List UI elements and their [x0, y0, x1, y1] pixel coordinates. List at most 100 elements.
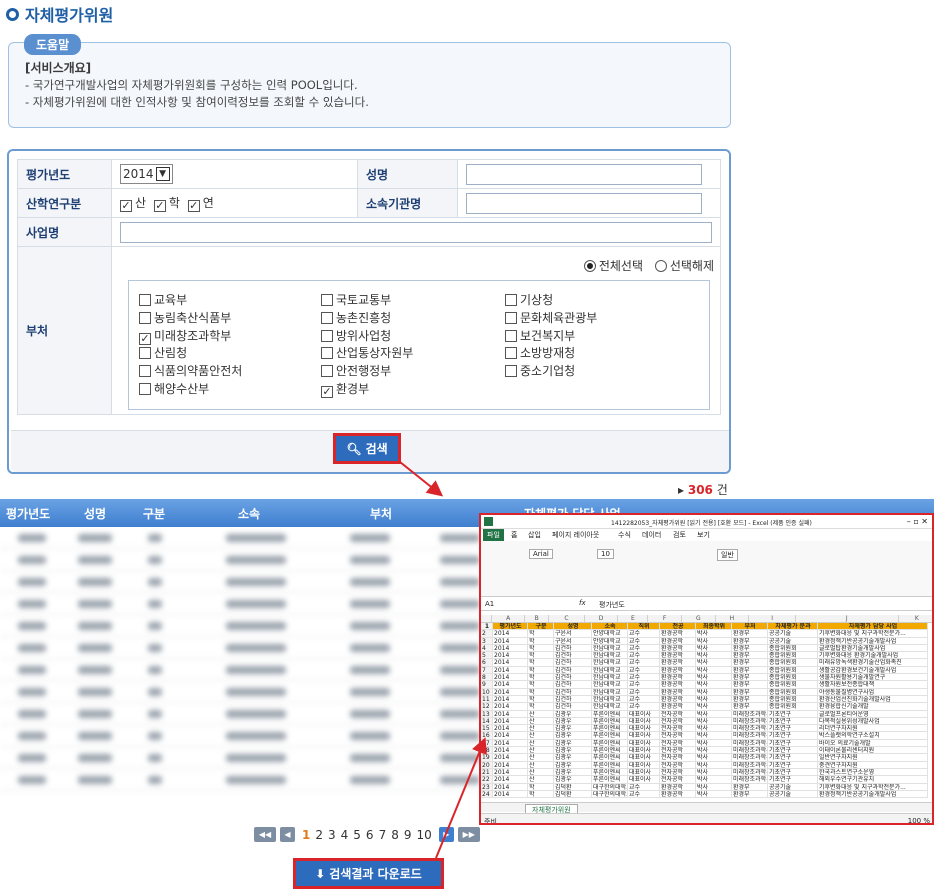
excel-cell[interactable]: 2014	[493, 732, 528, 740]
excel-cell[interactable]: 한남대학교	[592, 695, 628, 704]
excel-cell[interactable]: 전자공학	[660, 717, 696, 726]
excel-cell[interactable]: 김광우	[554, 747, 592, 755]
excel-cell[interactable]: 구윤서	[554, 630, 592, 638]
download-button[interactable]: ⬇ 검색결과 다운로드	[293, 858, 444, 889]
excel-cell[interactable]: 2014	[493, 666, 528, 675]
excel-cell[interactable]: 박사	[696, 761, 732, 769]
dept-item[interactable]: 기상청	[505, 291, 553, 308]
excel-cell[interactable]: 기초연구	[768, 710, 818, 718]
search-button[interactable]: 🔍︎ 검색	[333, 433, 401, 464]
excel-cell[interactable]: 구분	[528, 623, 554, 631]
excel-cell[interactable]: 학	[528, 637, 554, 645]
dept-checkbox[interactable]	[139, 311, 151, 324]
excel-cell[interactable]: 공공기술	[768, 630, 818, 638]
excel-cell[interactable]: 종합위원회	[768, 659, 818, 667]
excel-cell[interactable]: 중견연구자지원	[818, 761, 928, 769]
dept-checkbox[interactable]	[321, 329, 333, 342]
dept-item[interactable]: 식품의약품안전처	[139, 362, 242, 379]
excel-cell[interactable]: 전자공학	[660, 754, 696, 762]
excel-cell[interactable]: 대표이사	[628, 768, 660, 777]
excel-cell[interactable]: 기초연구	[768, 732, 818, 740]
excel-row-number[interactable]: 3	[481, 637, 493, 645]
excel-cell[interactable]: 기초연구	[768, 725, 818, 733]
name-input[interactable]	[466, 163, 702, 185]
excel-cell[interactable]: 교수	[628, 666, 660, 675]
excel-cell[interactable]: 한남대학교	[592, 688, 628, 696]
excel-row-number[interactable]: 4	[481, 644, 493, 653]
excel-cell[interactable]: 산	[528, 747, 554, 755]
excel-cell[interactable]: 미래창조과학부	[732, 747, 768, 755]
excel-cell[interactable]: 최종학위	[696, 623, 732, 631]
table-row[interactable]	[0, 659, 480, 681]
table-row[interactable]	[0, 725, 480, 747]
excel-cell[interactable]: 푸른이엔씨	[592, 761, 628, 769]
dept-checkbox[interactable]	[505, 311, 517, 324]
excel-cell[interactable]: 산	[528, 739, 554, 748]
excel-col-letter[interactable]: F	[648, 615, 682, 622]
excel-cell[interactable]: 학	[528, 688, 554, 696]
excel-cell[interactable]: 교수	[628, 695, 660, 704]
excel-cell[interactable]: 박사	[696, 644, 732, 653]
excel-cell[interactable]: 생활공감환경보건기술개발사업	[818, 666, 928, 675]
dept-item[interactable]: 산업통상자원부	[321, 344, 413, 361]
excel-cell[interactable]: 2014	[493, 637, 528, 645]
excel-cell[interactable]: 환경부	[732, 703, 768, 711]
excel-cell[interactable]: 환경부	[732, 652, 768, 660]
excel-cell[interactable]: 박사	[696, 688, 732, 696]
excel-cell[interactable]: 환경부	[732, 695, 768, 704]
excel-grid[interactable]: A B C D E F G H I J K 1 평가년도 구분 성명 소속 직위 전공 최종학위 부처 자체평가 분과 자…	[481, 615, 932, 801]
excel-cell[interactable]: 박사	[696, 695, 732, 704]
excel-tab[interactable]: 검토	[669, 529, 690, 541]
page-link[interactable]: 6	[366, 828, 374, 842]
excel-cell[interactable]: 박사	[696, 637, 732, 645]
page-link[interactable]: 3	[328, 828, 336, 842]
excel-cell[interactable]: 박사	[696, 739, 732, 748]
excel-cell[interactable]: 푸른이엔씨	[592, 732, 628, 740]
dept-item[interactable]: 소방방재청	[505, 344, 575, 361]
excel-cell[interactable]: 박사	[696, 768, 732, 777]
excel-cell[interactable]: 공공기술	[768, 637, 818, 645]
excel-cell[interactable]: 2014	[493, 703, 528, 711]
table-row[interactable]	[0, 527, 480, 549]
excel-tab[interactable]: 파일	[483, 529, 504, 541]
dept-item[interactable]: 안전행정부	[321, 362, 391, 379]
name-box[interactable]: A1	[485, 600, 494, 608]
excel-cell[interactable]: 환경공학	[660, 674, 696, 682]
excel-row-number[interactable]: 23	[481, 783, 493, 791]
page-link[interactable]: 4	[341, 828, 349, 842]
excel-row-number[interactable]: 13	[481, 710, 493, 718]
excel-cell[interactable]: 학	[528, 681, 554, 689]
excel-cell[interactable]: 2014	[493, 681, 528, 689]
excel-cell[interactable]: 이태이론물리센터지원	[818, 747, 928, 755]
excel-row-number[interactable]: 10	[481, 688, 493, 696]
excel-cell[interactable]: 김건하	[554, 688, 592, 696]
excel-cell[interactable]: 글로벌프론티어운영	[818, 710, 928, 718]
page-link[interactable]: 1	[302, 828, 310, 842]
table-row[interactable]	[0, 703, 480, 725]
excel-cell[interactable]: 산	[528, 710, 554, 718]
excel-cell[interactable]: 푸른이엔씨	[592, 776, 628, 784]
excel-cell[interactable]: 다목적실용위성개발사업	[818, 717, 928, 726]
page-link[interactable]: 2	[315, 828, 323, 842]
first-page-icon[interactable]: ◀◀	[254, 827, 276, 842]
excel-cell[interactable]: 종합위원회	[768, 703, 818, 711]
excel-col-letter[interactable]: G	[682, 615, 716, 622]
excel-cell[interactable]: 김광우	[554, 717, 592, 726]
type-checkbox-research[interactable]: ✓	[187, 200, 200, 212]
dept-checkbox[interactable]	[139, 294, 151, 306]
excel-cell[interactable]: 김광우	[554, 710, 592, 718]
excel-cell[interactable]: 김광우	[554, 725, 592, 733]
excel-cell[interactable]: 박사	[696, 710, 732, 718]
excel-cell[interactable]: 미래창조과학부	[732, 739, 768, 748]
excel-cell[interactable]: 산	[528, 725, 554, 733]
excel-cell[interactable]: 직위	[628, 623, 660, 631]
excel-cell[interactable]: 전자공학	[660, 739, 696, 748]
excel-cell[interactable]: 박사	[696, 659, 732, 667]
excel-cell[interactable]: 푸른이엔씨	[592, 739, 628, 748]
excel-cell[interactable]: 2014	[493, 783, 528, 791]
excel-cell[interactable]: 안양대학교	[592, 630, 628, 638]
excel-cell[interactable]: 환경산업선진화기술개발사업	[818, 695, 928, 704]
excel-cell[interactable]: 산	[528, 732, 554, 740]
excel-cell[interactable]: 푸른이엔씨	[592, 754, 628, 762]
excel-col-letter[interactable]: B	[525, 615, 550, 622]
